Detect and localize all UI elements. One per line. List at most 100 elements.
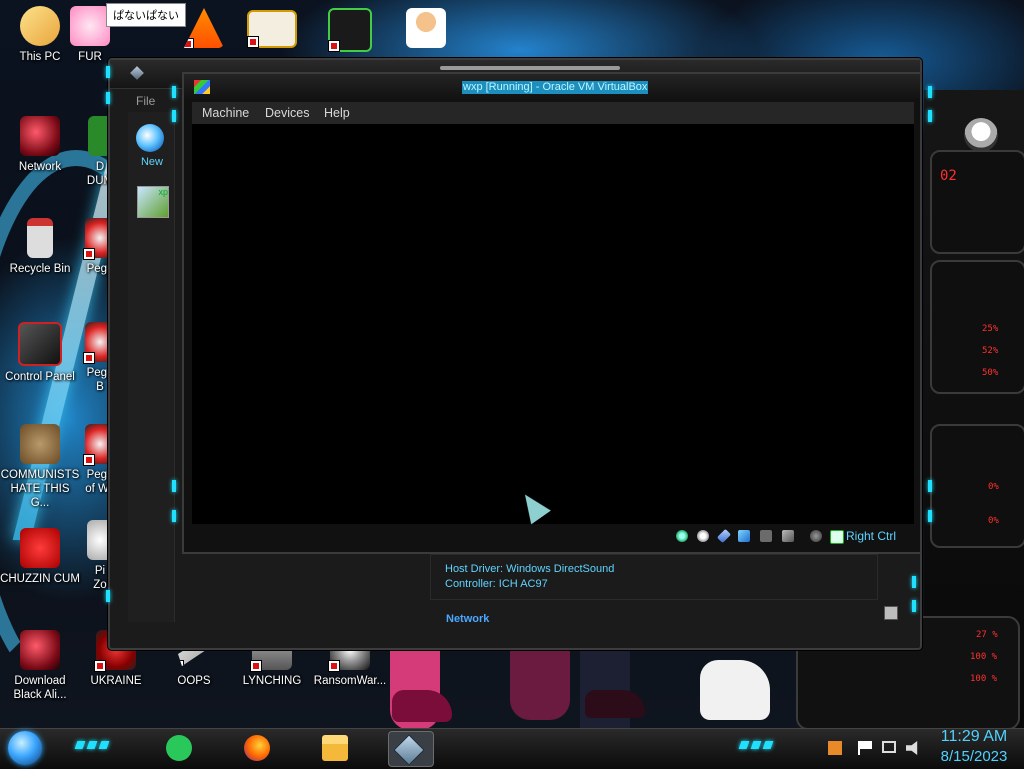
menu-file[interactable]: File <box>136 94 155 108</box>
desktop-icon-download-black[interactable]: Download Black Ali... <box>0 630 80 702</box>
alien-icon <box>20 630 60 670</box>
recycle-bin-icon <box>27 218 53 258</box>
taskbar-app-notes[interactable] <box>160 731 196 765</box>
vm-display[interactable] <box>192 124 914 525</box>
desktop-icon-doctor[interactable] <box>386 8 466 52</box>
mouse-integration-icon[interactable] <box>810 530 822 542</box>
vm-statusbar: Right Ctrl <box>192 526 914 546</box>
gauge-text: 25% <box>982 324 999 334</box>
scroll-down-button[interactable] <box>884 606 898 620</box>
desktop-icon-maze[interactable] <box>310 8 390 56</box>
firefox-icon <box>244 735 270 761</box>
desktop-icon-chuzzin[interactable]: CHUZZIN CUM <box>0 528 80 586</box>
desktop-icon-label: OOPS <box>177 675 211 687</box>
display-icon[interactable] <box>782 530 794 542</box>
clock-date[interactable]: 8/15/2023 <box>930 748 1018 765</box>
desktop-icon-label: LYNCHING <box>242 675 302 687</box>
desktop-icon-communists[interactable]: COMMUNISTS HATE THIS G... <box>0 424 80 510</box>
alien-logo-icon <box>964 118 998 152</box>
edge-light <box>912 576 916 588</box>
chuzzle-icon <box>20 528 60 568</box>
keyboard-capture-icon[interactable] <box>830 530 844 544</box>
taskbar-app-explorer[interactable] <box>316 731 352 765</box>
desktop-icon-label: COMMUNISTS HATE THIS G... <box>0 469 80 509</box>
vlc-icon <box>184 8 224 48</box>
wallpaper-shoe <box>585 690 645 718</box>
vm-details-audio: Host Driver: Windows DirectSound Control… <box>430 554 878 600</box>
wallpaper-shoe <box>700 660 770 720</box>
vm-xp-label: xp <box>158 187 168 197</box>
edge-light <box>172 110 176 122</box>
vm-window-title: wxp [Running] - Oracle VM VirtualBox <box>462 81 649 94</box>
gauge-text: 27 % <box>976 630 998 640</box>
java-tray-icon[interactable] <box>828 741 842 755</box>
edge-light <box>106 590 110 602</box>
flag-icon[interactable] <box>858 741 872 755</box>
taskbar-app-firefox[interactable] <box>238 731 274 765</box>
clock-time[interactable]: 11:29 AM <box>934 728 1014 746</box>
shared-folders-icon[interactable] <box>760 530 772 542</box>
taskbar-app-virtualbox[interactable] <box>388 731 434 767</box>
money-bag-icon <box>20 424 60 464</box>
wallpaper-shoe <box>392 690 452 722</box>
gauge-text: 0% <box>988 516 999 526</box>
desktop-icon-label: Recycle Bin <box>9 263 71 275</box>
vm-xp-icon[interactable]: xp <box>137 186 169 218</box>
optical-drive-icon[interactable] <box>697 530 709 542</box>
network-adapter-icon[interactable] <box>738 530 750 542</box>
gauge-text: 52% <box>982 346 999 356</box>
menu-machine[interactable]: Machine <box>202 106 249 120</box>
fur-icon <box>70 6 110 46</box>
windows-xp-icon <box>194 80 210 94</box>
taskbar-accent <box>74 741 86 749</box>
edge-light <box>928 86 932 98</box>
gauge-text: 02 <box>940 168 957 184</box>
gauge-block: 02 <box>930 150 1024 254</box>
gauge-block: 0% 0% <box>930 424 1024 548</box>
usb-icon[interactable] <box>716 528 732 544</box>
this-pc-icon <box>20 6 60 46</box>
edge-light <box>172 86 176 98</box>
menu-help[interactable]: Help <box>324 106 350 120</box>
gauge-text: 50% <box>982 368 999 378</box>
edge-light <box>172 510 176 522</box>
folder-icon <box>322 735 348 761</box>
edge-light <box>912 600 916 612</box>
new-button-label[interactable]: New <box>132 156 172 168</box>
desktop-icon-control-panel[interactable]: Control Panel <box>0 322 80 384</box>
details-network-heading[interactable]: Network <box>446 613 489 625</box>
taskbar-accent <box>762 741 774 749</box>
desktop-icon-label: UKRAINE <box>90 675 142 687</box>
host-key-label: Right Ctrl <box>846 529 897 543</box>
titlebar-highlight <box>440 66 620 70</box>
desktop-icon-label: Control Panel <box>5 371 75 383</box>
edge-light <box>928 480 932 492</box>
desktop-icon-hxd[interactable] <box>232 10 312 52</box>
new-vm-icon[interactable] <box>136 124 164 152</box>
wallpaper-figure <box>510 640 570 720</box>
virtualbox-icon <box>393 734 425 766</box>
volume-icon[interactable] <box>906 741 918 755</box>
gauge-text: 100 % <box>970 674 998 684</box>
desktop-icon-network[interactable]: Network <box>0 116 80 174</box>
vm-titlebar[interactable]: wxp [Running] - Oracle VM VirtualBox <box>184 74 920 100</box>
desktop-icon-label: CHUZZIN CUM <box>0 573 80 585</box>
control-panel-icon <box>18 322 62 366</box>
edge-light <box>928 510 932 522</box>
menu-devices[interactable]: Devices <box>265 106 309 120</box>
manager-toolbar: New xp <box>128 112 175 622</box>
start-button[interactable] <box>8 731 42 765</box>
taskbar-accent <box>98 741 110 749</box>
hard-disk-icon[interactable] <box>676 530 688 542</box>
network-icon <box>20 116 60 156</box>
network-tray-icon[interactable] <box>882 741 896 753</box>
gauge-block: 25% 52% 50% <box>930 260 1024 394</box>
vm-window[interactable]: wxp [Running] - Oracle VM VirtualBox Mac… <box>182 72 922 554</box>
desktop-icon-label: Network <box>18 161 62 173</box>
edge-light <box>172 480 176 492</box>
audio-controller: Controller: ICH AC97 <box>445 578 548 590</box>
taskbar-accent <box>738 741 750 749</box>
virtualbox-icon <box>130 66 144 80</box>
desktop-icon-recycle-bin[interactable]: Recycle Bin <box>0 218 80 276</box>
audio-host-driver: Host Driver: Windows DirectSound <box>445 563 615 575</box>
